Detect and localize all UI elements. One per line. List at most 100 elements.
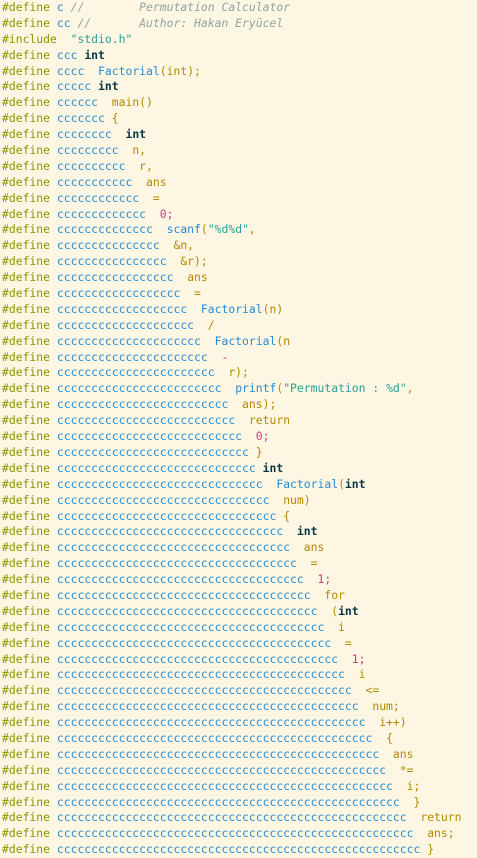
code-line[interactable]: #define ccccccccccccccccc ans [0,270,477,286]
macro-value: int [84,47,105,62]
code-line[interactable]: #define ccccc int [0,79,477,95]
directive-keyword: #define [2,508,51,523]
macro-value: int [296,524,318,539]
macro-name: cccccccccccccccccccccccccccccccccccccccc… [56,683,352,698]
code-line[interactable]: #define ccccccccccccccccccccccccccccc in… [0,461,477,477]
code-line[interactable]: #define ccccccccccccccccccccccccccccccc … [0,493,477,509]
code-line[interactable]: #define cccccc main() [0,95,477,111]
code-line[interactable]: #define cccccccccccccccccccccccccccccccc… [0,540,477,556]
code-line[interactable]: #define cccccccccccccccccccccccccccccccc… [0,683,477,699]
code-line[interactable]: #define cccccccccccccccccccccccccccccccc… [0,715,477,731]
code-line[interactable]: #define cccccccccccccccccccccccccccccccc… [0,652,477,668]
code-line[interactable]: #define ccccccccccccccccccc Factorial(n) [0,302,477,318]
code-line[interactable]: #define ccccccccc n, [0,143,477,159]
directive-keyword: #define [2,174,51,189]
function-name: Factorial [214,333,277,348]
macro-name: ccccccc [56,111,105,126]
type-keyword: int [338,603,359,618]
macro-value: i [358,667,366,682]
code-line[interactable]: #define c // Permutation Calculator [0,0,477,16]
code-line[interactable]: #define cccccccccccccccccccccccccccccccc… [0,795,477,811]
directive-keyword: #define [2,444,51,459]
macro-value: ans; [427,826,455,841]
code-line[interactable]: #define ccccccccccccccccccccccccc ans); [0,397,477,413]
code-line[interactable]: #define cccccccccccccccccccccccccccccc F… [0,477,477,493]
directive-keyword: #define [2,111,51,126]
directive-keyword: #define [2,158,51,173]
code-line[interactable]: #define cccccccccccccccccccccccccccccccc… [0,620,477,636]
macro-name: cccccccccccccccccccccccc [56,381,222,396]
macro-value: ans [187,270,208,285]
code-line[interactable]: #define ccccccccccccccc &n, [0,238,477,254]
code-line[interactable]: #define cccccccccccccccccccccccccccccccc… [0,524,477,540]
code-line[interactable]: #define ccc int [0,48,477,64]
code-line[interactable]: #define cccccccccccccccc &r); [0,254,477,270]
directive-keyword: #define [2,222,51,237]
directive-keyword: #define [2,365,51,380]
code-line[interactable]: #define cccccccccccccccccccccccccccccccc… [0,842,477,858]
code-line[interactable]: #define cccccccccccccccccccccccccccc } [0,445,477,461]
directive-keyword: #define [2,603,51,618]
macro-name: cccccccccccccccccccccccccccccccccccccccc… [56,810,407,825]
macro-value: ans [146,174,167,189]
code-line[interactable]: #define cccccccccccc = [0,191,477,207]
code-line[interactable]: #define ccccccccccccccccccccccc r); [0,365,477,381]
code-line[interactable]: #define cccccccccccccccccccccccccccccccc… [0,699,477,715]
directive-keyword: #define [2,63,51,78]
code-line[interactable]: #define cccccccccccccccccccccccccccccccc… [0,636,477,652]
macro-name: cccccccccccccccccccccccccccccccccccccccc [56,635,332,650]
code-line[interactable]: #define cccccccccc r, [0,159,477,175]
code-line[interactable]: #define ccccccccccc ans [0,175,477,191]
code-line[interactable]: #define cccccccccccccccccccccccccccccccc… [0,509,477,525]
macro-name: cccccccccccccccccccccccccccccccccccccccc… [56,778,393,793]
code-line[interactable]: #define cccccccccccccccccccccccccccccccc… [0,810,477,826]
code-line[interactable]: #define cccccccccccccccccccccccc printf(… [0,381,477,397]
directive-keyword: #define [2,826,51,841]
macro-value: = [344,635,352,650]
macro-value: // Author: Hakan Eryücel [77,15,284,30]
function-name: scanf [166,222,201,237]
code-line[interactable]: #define ccccccc { [0,111,477,127]
directive-keyword: #define [2,413,51,428]
macro-value: num; [372,699,400,714]
code-line[interactable]: #define cccccccccccccccccccccccccccccccc… [0,763,477,779]
code-line[interactable]: #define cccccccccccccccccccccccccccccccc… [0,588,477,604]
code-line[interactable]: #define cccccccccccccccccccccccccccccccc… [0,747,477,763]
code-line[interactable]: #define cccccccccccccccccccccccccccccccc… [0,779,477,795]
code-line[interactable]: #define ccccccccccccc 0; [0,207,477,223]
code-editor[interactable]: #define c // Permutation Calculator #defi… [0,0,477,858]
macro-name: cccccccc [56,127,112,142]
directive-keyword: #define [2,190,51,205]
macro-value: 1; [351,651,366,666]
code-line[interactable]: #define cccc Factorial(int); [0,64,477,80]
trailing: , [406,381,414,396]
directive-keyword: #define [2,397,51,412]
macro-name: ccccccccccccccccccc [56,301,188,316]
code-line[interactable]: #define cccccccccccccccccc = [0,286,477,302]
code-line[interactable]: #define cccccccccccccccccccccccccccccccc… [0,731,477,747]
code-line[interactable]: #define cccccccccccccccccccccccccccccccc… [0,572,477,588]
code-line[interactable]: #define cc // Author: Hakan Eryücel [0,16,477,32]
code-line[interactable]: #define cccccccccccccccccccccccccccccccc… [0,667,477,683]
code-line[interactable]: #define ccccccccccccccccccccccccccc 0; [0,429,477,445]
code-line[interactable]: #define cccccccccccccc scanf("%d%d", [0,222,477,238]
macro-name: ccccccccccccccccc [56,270,174,285]
code-line[interactable]: #define cccccccccccccccccccccccccc retur… [0,413,477,429]
macro-value: r, [139,158,153,173]
directive-keyword: #define [2,842,51,857]
code-line[interactable]: #define cccccccccccccccccccccccccccccccc… [0,556,477,572]
code-line[interactable]: #define cccccccc int [0,127,477,143]
macro-name: ccccccccccccccccccccccc [56,365,215,380]
code-line[interactable]: #define ccccccccccccccccccccc Factorial(… [0,334,477,350]
trailing: , [248,222,256,237]
code-line[interactable]: #define cccccccccccccccccccccccccccccccc… [0,604,477,620]
directive-keyword: #define [2,476,51,491]
code-line[interactable]: #define cccccccccccccccccccc / [0,318,477,334]
macro-name: cccccccccccccccccccccccccccccccccccc [56,572,304,587]
paren: ( [338,476,345,491]
macro-value: (int [331,604,358,618]
code-line[interactable]: #define cccccccccccccccccccccc - [0,350,477,366]
directive-keyword: #define [2,540,51,555]
code-line[interactable]: #include "stdio.h" [0,32,477,48]
code-line[interactable]: #define cccccccccccccccccccccccccccccccc… [0,826,477,842]
